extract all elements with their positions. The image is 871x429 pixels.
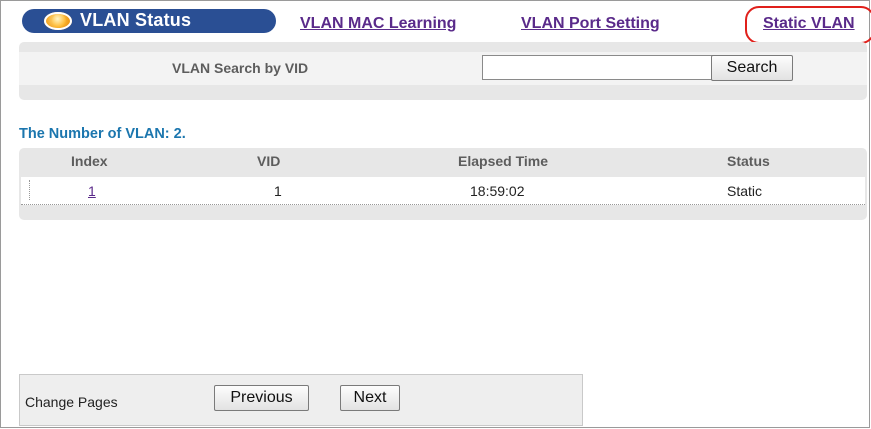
search-label: VLAN Search by VID bbox=[172, 60, 309, 76]
search-row: VLAN Search by VID Search bbox=[19, 52, 867, 85]
tab-vlan-status[interactable]: VLAN Status bbox=[22, 9, 276, 33]
highlight-ring bbox=[745, 6, 871, 44]
row-index-link[interactable]: 1 bbox=[88, 183, 96, 199]
tab-vlan-status-label: VLAN Status bbox=[80, 10, 192, 30]
column-header-vid: VID bbox=[257, 153, 281, 169]
column-header-elapsed-time: Elapsed Time bbox=[458, 153, 549, 169]
search-panel: VLAN Search by VID Search bbox=[19, 42, 867, 100]
pager: Change Pages Previous Next bbox=[19, 374, 583, 426]
tab-vlan-port-setting[interactable]: VLAN Port Setting bbox=[521, 15, 660, 33]
row-elapsed-time: 18:59:02 bbox=[470, 183, 525, 199]
search-button[interactable]: Search bbox=[711, 55, 793, 81]
row-divider bbox=[29, 180, 31, 200]
tab-vlan-mac-learning[interactable]: VLAN MAC Learning bbox=[300, 15, 456, 33]
table-row: 1 1 18:59:02 Static bbox=[21, 177, 865, 205]
row-status: Static bbox=[727, 183, 763, 199]
row-vid: 1 bbox=[274, 183, 282, 199]
column-header-index: Index bbox=[71, 153, 108, 169]
vlan-table: Index VID Elapsed Time Status 1 1 18:59:… bbox=[19, 148, 867, 220]
next-button[interactable]: Next bbox=[340, 385, 400, 411]
status-orb-highlight-icon bbox=[52, 14, 66, 28]
column-header-status: Status bbox=[727, 153, 770, 169]
pager-label: Change Pages bbox=[25, 394, 118, 410]
previous-button[interactable]: Previous bbox=[214, 385, 309, 411]
vlan-count: The Number of VLAN: 2. bbox=[19, 126, 186, 142]
vid-search-input[interactable] bbox=[482, 55, 724, 80]
